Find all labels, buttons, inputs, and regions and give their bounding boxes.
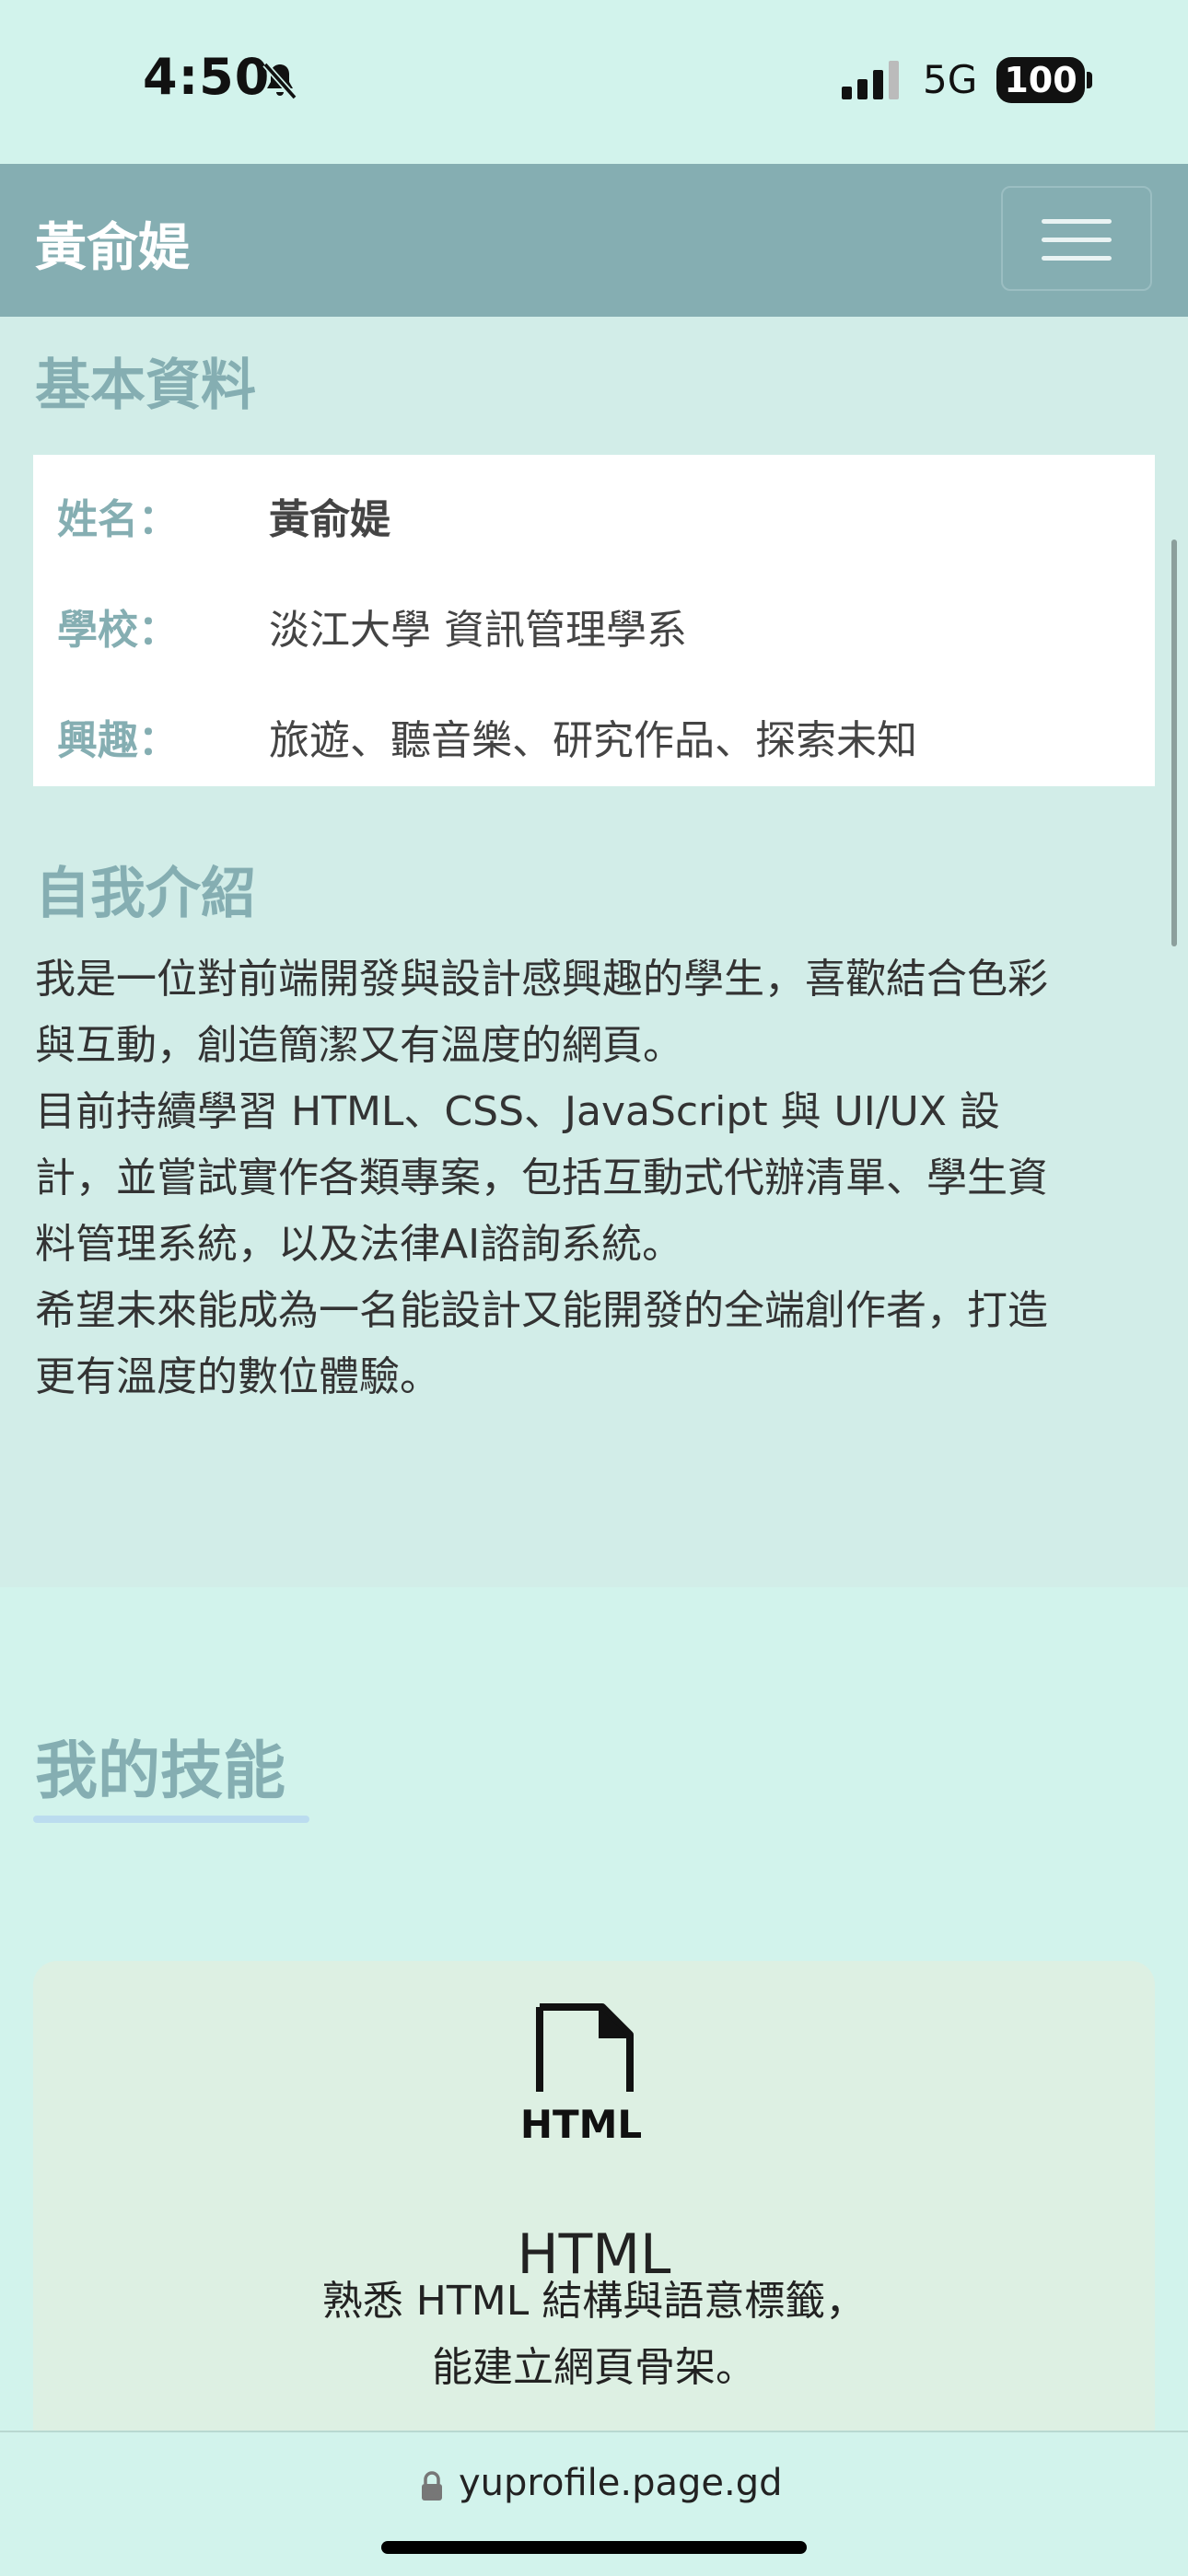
intro-line: 更有溫度的數位體驗。 <box>35 1353 440 1400</box>
info-label: 姓名： <box>57 496 179 543</box>
lock-icon <box>422 2471 442 2501</box>
html-icon-label: HTML <box>521 2102 641 2147</box>
signal-icon <box>842 61 899 99</box>
home-indicator[interactable] <box>381 2541 807 2554</box>
info-row-interests: 興趣： 旅遊、聽音樂、研究作品、探索未知 <box>33 694 1155 768</box>
skills-title: 我的技能 <box>35 1735 286 1808</box>
basic-info-title: 基本資料 <box>35 354 256 418</box>
url-text[interactable]: yuprofile.page.gd <box>459 2462 782 2504</box>
info-row-name: 姓名： 黃俞媞 <box>33 473 1155 547</box>
basic-info-card: 姓名： 黃俞媞 學校： 淡江大學 資訊管理學系 興趣： 旅遊、聽音樂、研究作品、… <box>33 455 1155 786</box>
scrollbar[interactable] <box>1171 540 1177 946</box>
intro-line: 與互動，創造簡潔又有溫度的網頁。 <box>35 1022 683 1069</box>
info-value: 黃俞媞 <box>269 496 390 543</box>
status-bar: 4:50 5G 100 <box>0 0 1188 164</box>
intro-line: 目前持續學習 HTML、CSS、JavaScript 與 UI/UX 設 <box>35 1088 1000 1135</box>
battery-tip <box>1087 72 1092 88</box>
intro-line: 我是一位對前端開發與設計感興趣的學生，喜歡結合色彩 <box>35 956 1048 1003</box>
intro-line: 料管理系統，以及法律AI諮詢系統。 <box>35 1221 683 1268</box>
skill-card-html: HTML HTML 熟悉 HTML 結構與語意標籤， 能建立網頁骨架。 <box>33 1961 1155 2477</box>
browser-address-bar[interactable]: yuprofile.page.gd <box>0 2431 1188 2576</box>
info-row-school: 學校： 淡江大學 資訊管理學系 <box>33 584 1155 657</box>
skills-title-underline <box>33 1816 309 1823</box>
navbar-brand[interactable]: 黃俞媞 <box>35 206 190 281</box>
info-label: 學校： <box>57 607 179 654</box>
menu-toggle-button[interactable] <box>1001 186 1152 291</box>
battery-icon: 100 <box>996 57 1085 103</box>
info-label: 興趣： <box>57 717 179 764</box>
intro-line: 計，並嘗試實作各類專案，包括互動式代辦清單、學生資 <box>35 1155 1048 1201</box>
skill-desc-line: 熟悉 HTML 結構與語意標籤， <box>321 2278 867 2325</box>
info-value: 旅遊、聽音樂、研究作品、探索未知 <box>269 717 917 764</box>
info-value: 淡江大學 資訊管理學系 <box>269 607 687 654</box>
intro-line: 希望未來能成為一名能設計又能開發的全端創作者，打造 <box>35 1287 1048 1334</box>
skill-desc-line: 能建立網頁骨架。 <box>432 2344 756 2391</box>
intro-text: 我是一位對前端開發與設計感興趣的學生，喜歡結合色彩 與互動，創造簡潔又有溫度的網… <box>35 946 1159 1410</box>
hamburger-icon <box>1042 219 1112 224</box>
top-navbar: 黃俞媞 <box>0 164 1188 317</box>
network-label: 5G <box>923 57 978 102</box>
status-time: 4:50 <box>143 48 271 106</box>
bell-muted-icon <box>262 62 297 100</box>
intro-title: 自我介紹 <box>35 862 256 926</box>
html-file-icon: HTML <box>521 2003 641 2147</box>
skill-description: 熟悉 HTML 結構與語意標籤， 能建立網頁骨架。 <box>33 2269 1155 2401</box>
